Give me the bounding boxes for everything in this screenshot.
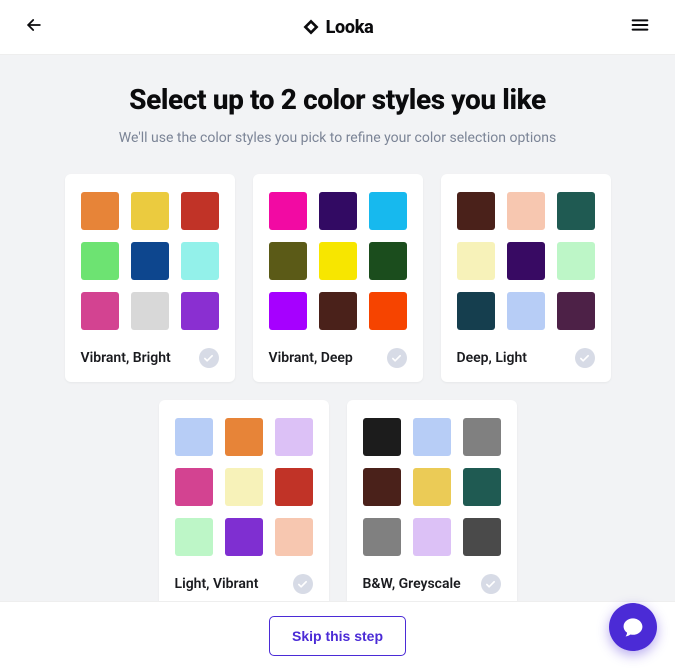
color-style-card[interactable]: Vibrant, Deep — [253, 174, 423, 382]
color-swatch — [275, 468, 313, 506]
color-swatch — [269, 292, 307, 330]
color-swatch — [175, 418, 213, 456]
hamburger-icon — [629, 14, 651, 36]
color-swatch — [369, 292, 407, 330]
color-swatch — [557, 292, 595, 330]
card-footer: Deep, Light — [457, 348, 595, 368]
color-swatch — [557, 192, 595, 230]
color-style-card[interactable]: Light, Vibrant — [159, 400, 329, 608]
check-icon — [579, 353, 590, 364]
color-swatch — [131, 292, 169, 330]
card-footer: B&W, Greyscale — [363, 574, 501, 594]
color-swatch — [413, 418, 451, 456]
color-swatch — [225, 418, 263, 456]
color-swatch — [225, 518, 263, 556]
selection-check — [199, 348, 219, 368]
check-icon — [391, 353, 402, 364]
card-label: Deep, Light — [457, 350, 528, 366]
color-style-card[interactable]: B&W, Greyscale — [347, 400, 517, 608]
color-swatch — [275, 418, 313, 456]
skip-button[interactable]: Skip this step — [269, 616, 406, 656]
color-swatch — [181, 192, 219, 230]
brand-logo-icon — [302, 18, 320, 36]
color-swatch — [181, 292, 219, 330]
color-swatch — [131, 192, 169, 230]
brand-name: Looka — [326, 17, 374, 38]
swatch-grid — [269, 192, 407, 330]
color-swatch — [369, 192, 407, 230]
card-label: Vibrant, Bright — [81, 350, 171, 366]
check-icon — [203, 353, 214, 364]
brand: Looka — [302, 17, 374, 38]
arrow-left-icon — [24, 15, 44, 35]
card-label: Light, Vibrant — [175, 576, 259, 592]
selection-check — [387, 348, 407, 368]
color-swatch — [413, 518, 451, 556]
menu-button[interactable] — [623, 8, 657, 46]
page-body: Select up to 2 color styles you like We'… — [0, 55, 675, 669]
selection-check — [575, 348, 595, 368]
color-swatch — [507, 242, 545, 280]
swatch-grid — [457, 192, 595, 330]
color-swatch — [457, 292, 495, 330]
card-footer: Vibrant, Bright — [81, 348, 219, 368]
color-swatch — [131, 242, 169, 280]
color-swatch — [269, 192, 307, 230]
color-swatch — [463, 468, 501, 506]
card-label: B&W, Greyscale — [363, 576, 461, 592]
card-footer: Vibrant, Deep — [269, 348, 407, 368]
page-title: Select up to 2 color styles you like — [0, 83, 675, 116]
color-swatch — [363, 468, 401, 506]
swatch-grid — [363, 418, 501, 556]
color-swatch — [363, 418, 401, 456]
check-icon — [297, 579, 308, 590]
color-swatch — [319, 292, 357, 330]
swatch-grid — [81, 192, 219, 330]
footer-bar: Skip this step — [0, 601, 675, 669]
color-swatch — [457, 242, 495, 280]
chat-launcher[interactable] — [609, 603, 657, 651]
color-swatch — [225, 468, 263, 506]
color-swatch — [363, 518, 401, 556]
color-swatch — [269, 242, 307, 280]
color-swatch — [81, 292, 119, 330]
selection-check — [293, 574, 313, 594]
chat-icon — [621, 615, 645, 639]
color-swatch — [557, 242, 595, 280]
color-swatch — [181, 242, 219, 280]
color-swatch — [319, 192, 357, 230]
color-swatch — [457, 192, 495, 230]
back-button[interactable] — [18, 9, 50, 45]
color-swatch — [275, 518, 313, 556]
swatch-grid — [175, 418, 313, 556]
color-swatch — [175, 468, 213, 506]
color-swatch — [463, 518, 501, 556]
color-style-card[interactable]: Vibrant, Bright — [65, 174, 235, 382]
card-footer: Light, Vibrant — [175, 574, 313, 594]
color-swatch — [369, 242, 407, 280]
check-icon — [485, 579, 496, 590]
selection-check — [481, 574, 501, 594]
style-grid: Vibrant, Bright Vibrant, Deep Deep, Light L… — [0, 174, 675, 608]
color-swatch — [81, 242, 119, 280]
color-style-card[interactable]: Deep, Light — [441, 174, 611, 382]
color-swatch — [81, 192, 119, 230]
color-swatch — [507, 192, 545, 230]
page-subtitle: We'll use the color styles you pick to r… — [0, 130, 675, 146]
color-swatch — [507, 292, 545, 330]
color-swatch — [319, 242, 357, 280]
topbar: Looka — [0, 0, 675, 55]
color-swatch — [463, 418, 501, 456]
color-swatch — [175, 518, 213, 556]
color-swatch — [413, 468, 451, 506]
card-label: Vibrant, Deep — [269, 350, 353, 366]
